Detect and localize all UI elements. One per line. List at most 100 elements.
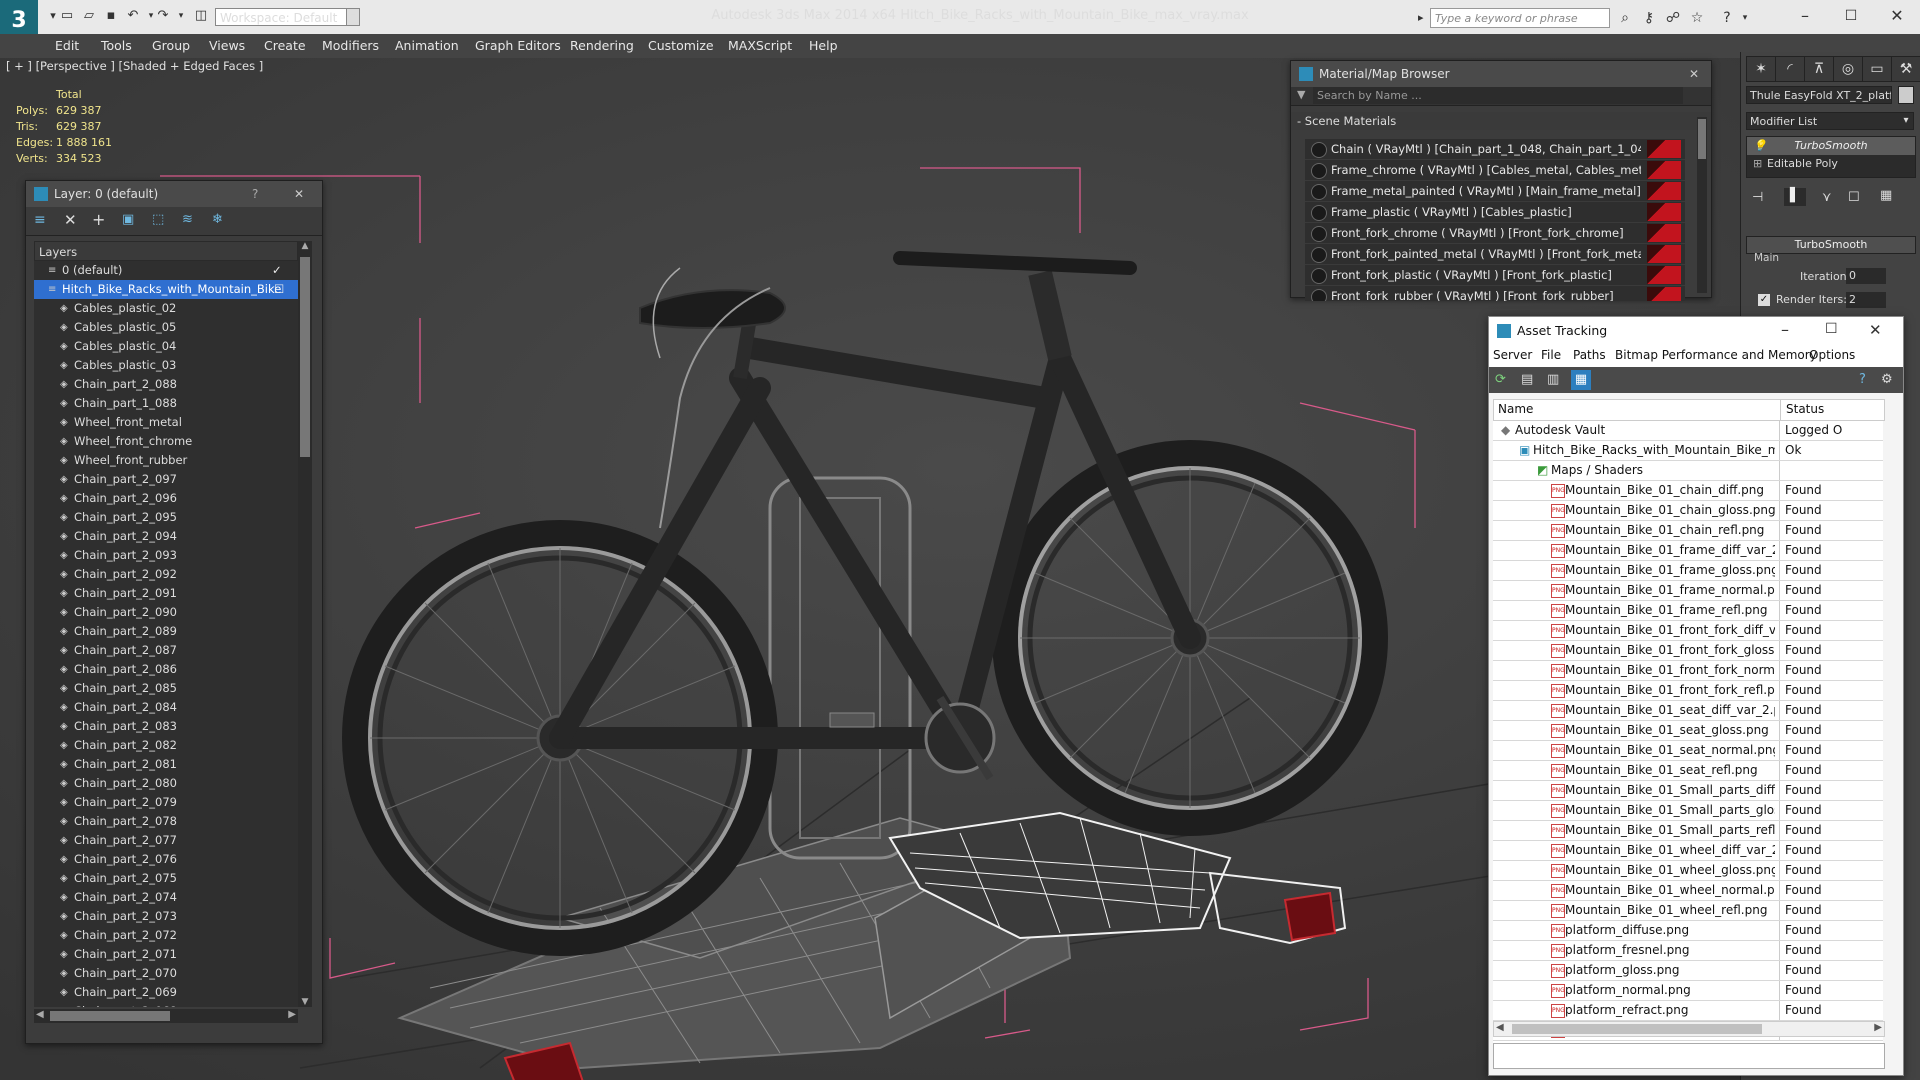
motion-tab-icon[interactable]: ◎ (1833, 56, 1863, 82)
search-options-icon[interactable]: ▼ (1297, 88, 1305, 101)
save-file-icon[interactable]: ▪ (102, 8, 120, 24)
close-icon[interactable]: ✕ (1869, 321, 1882, 339)
favorites-star-icon[interactable]: ☆ (1688, 9, 1706, 27)
menu-maxscript[interactable]: MAXScript (728, 34, 792, 58)
layer-row[interactable]: ◈ Chain_part_2_081 (34, 755, 298, 774)
col-name-header[interactable]: Name (1498, 402, 1533, 416)
layer-row[interactable]: ◈ Chain_part_2_078 (34, 812, 298, 831)
asset-row[interactable]: PNG Mountain_Bike_01_frame_normal.png Foun… (1493, 581, 1883, 601)
material-row[interactable]: Frame_metal_painted ( VRayMtl ) [Main_fr… (1305, 181, 1685, 202)
layer-panel-titlebar[interactable]: Layer: 0 (default) ? ✕ (26, 181, 322, 207)
asset-menu-file[interactable]: File (1541, 348, 1561, 362)
layer-row[interactable]: ◈ Cables_plastic_03 (34, 356, 298, 375)
layer-row[interactable]: ◈ Chain_part_2_077 (34, 831, 298, 850)
layer-row[interactable]: ◈ Chain_part_2_068 (34, 1002, 298, 1007)
create-tab-icon[interactable]: ✶ (1746, 56, 1776, 82)
asset-row[interactable]: PNG Mountain_Bike_01_seat_diff_var_2.png F… (1493, 701, 1883, 721)
asset-row[interactable]: PNG platform_normal.png Found (1493, 981, 1883, 1001)
asset-row[interactable]: PNG Mountain_Bike_01_chain_refl.png Found (1493, 521, 1883, 541)
layer-row[interactable]: ◈ Chain_part_2_090 (34, 603, 298, 622)
layer-row[interactable]: ◈ Chain_part_2_083 (34, 717, 298, 736)
material-row[interactable]: Frame_plastic ( VRayMtl ) [Cables_plasti… (1305, 202, 1685, 223)
layer-row[interactable]: ◈ Chain_part_2_096 (34, 489, 298, 508)
iterations-spinner[interactable]: 0 (1846, 268, 1886, 284)
layer-row[interactable]: ◈ Chain_part_2_080 (34, 774, 298, 793)
layer-row[interactable]: ◈ Chain_part_2_070 (34, 964, 298, 983)
asset-row[interactable]: PNGMountain_Bike_01_wheel_diff_var_2.png… (1493, 841, 1883, 861)
asset-row[interactable]: PNG platform_gloss.png Found (1493, 961, 1883, 981)
asset-hscrollbar[interactable]: ◀ ▶ (1493, 1021, 1885, 1037)
highlight-layer-icon[interactable]: ⬚ (152, 212, 164, 227)
maximize-icon[interactable]: ☐ (1834, 4, 1868, 28)
help-dropdown-icon[interactable]: ▾ (1736, 9, 1754, 27)
material-row[interactable]: Front_fork_rubber ( VRayMtl ) [Front_for… (1305, 286, 1685, 301)
asset-row[interactable]: PNG Mountain_Bike_01_seat_gloss.png Found (1493, 721, 1883, 741)
redo-icon[interactable]: ↷ (154, 8, 172, 24)
open-file-icon[interactable]: ▱ (80, 8, 98, 24)
create-layer-icon[interactable]: ≡ (34, 212, 46, 228)
asset-hscroll-thumb[interactable] (1512, 1024, 1762, 1034)
subscription-icon[interactable]: ☍ (1664, 9, 1682, 27)
layer-row[interactable]: ◈ Chain_part_2_071 (34, 945, 298, 964)
asset-menu-options[interactable]: Options (1809, 348, 1855, 362)
layer-row[interactable]: ◈ Chain_part_2_072 (34, 926, 298, 945)
scene-materials-header[interactable]: - Scene Materials (1291, 112, 1711, 130)
pin-stack-icon[interactable]: ⊣ (1752, 190, 1763, 205)
layer-hscroll-thumb[interactable] (50, 1011, 170, 1021)
layer-state-box-icon[interactable]: ☐ (274, 280, 284, 299)
binoculars-icon[interactable]: ⌕ (1616, 9, 1634, 27)
thumbnail-view-icon[interactable]: ▥ (1547, 372, 1559, 387)
material-row[interactable]: Front_fork_painted_metal ( VRayMtl ) [Fr… (1305, 244, 1685, 265)
scroll-left-icon[interactable]: ◀ (36, 1009, 44, 1020)
layer-row[interactable]: ≡ 0 (default) ✓ (34, 261, 298, 280)
menu-create[interactable]: Create (264, 34, 306, 58)
asset-menu-bitmap-performance[interactable]: Bitmap Performance and Memory (1615, 348, 1817, 362)
utilities-tab-icon[interactable]: ⚒ (1891, 56, 1920, 82)
layer-row[interactable]: ◈ Chain_part_2_079 (34, 793, 298, 812)
active-layer-check-icon[interactable]: ✓ (272, 261, 282, 280)
menu-animation[interactable]: Animation (395, 34, 459, 58)
project-folder-icon[interactable]: ◫ (192, 8, 210, 24)
material-list-scrollbar[interactable] (1697, 117, 1707, 293)
expand-plus-icon[interactable]: ⊞ (1753, 155, 1762, 173)
asset-row[interactable]: PNG Mountain_Bike_01_wheel_gloss.png Found (1493, 861, 1883, 881)
layer-row[interactable]: ◈ Chain_part_2_082 (34, 736, 298, 755)
keyword-search-input[interactable]: Type a keyword or phrase (1430, 8, 1610, 28)
modifier-list-arrow-icon[interactable]: ▾ (1898, 112, 1914, 130)
layer-row[interactable]: ◈ Chain_part_2_092 (34, 565, 298, 584)
make-unique-icon[interactable]: ⋎ (1822, 190, 1832, 205)
workspace-arrow-icon[interactable]: ▾ (346, 8, 360, 26)
material-row[interactable]: Front_fork_chrome ( VRayMtl ) [Front_for… (1305, 223, 1685, 244)
asset-row[interactable]: PNGMountain_Bike_01_front_fork_gloss.png… (1493, 641, 1883, 661)
asset-tracking-titlebar[interactable]: Asset Tracking – ☐ ✕ (1489, 317, 1903, 345)
material-row[interactable]: Front_fork_plastic ( VRayMtl ) [Front_fo… (1305, 265, 1685, 286)
menu-edit[interactable]: Edit (55, 34, 79, 58)
new-file-icon[interactable]: ▭ (58, 8, 76, 24)
object-name-field[interactable]: Thule EasyFold XT_2_platform (1746, 86, 1892, 104)
layer-row[interactable]: ◈ Chain_part_2_073 (34, 907, 298, 926)
layer-row[interactable]: ◈ Chain_part_2_089 (34, 622, 298, 641)
show-end-result-icon[interactable]: ▌ (1784, 188, 1806, 206)
asset-row[interactable]: ◩ Maps / Shaders (1493, 461, 1883, 481)
display-tab-icon[interactable]: ▭ (1862, 56, 1892, 82)
layer-row[interactable]: ◈ Chain_part_2_097 (34, 470, 298, 489)
menu-graph-editors[interactable]: Graph Editors (475, 34, 561, 58)
add-to-layer-icon[interactable]: + (92, 210, 105, 229)
layer-row[interactable]: ◈ Chain_part_2_091 (34, 584, 298, 603)
material-scroll-thumb[interactable] (1698, 119, 1706, 159)
asset-menu-paths[interactable]: Paths (1573, 348, 1606, 362)
material-row[interactable]: Frame_chrome ( VRayMtl ) [Cables_metal, … (1305, 160, 1685, 181)
layer-row[interactable]: ◈ Chain_part_2_076 (34, 850, 298, 869)
layer-row[interactable]: ◈ Cables_plastic_05 (34, 318, 298, 337)
modify-tab-icon[interactable]: ◜ (1775, 56, 1805, 82)
scroll-up-icon[interactable]: ▲ (298, 241, 312, 251)
asset-row[interactable]: PNG Mountain_Bike_01_seat_refl.png Found (1493, 761, 1883, 781)
asset-row[interactable]: PNG Mountain_Bike_01_chain_diff.png Found (1493, 481, 1883, 501)
layer-row[interactable]: ◈ Chain_part_2_095 (34, 508, 298, 527)
layer-row[interactable]: ◈ Chain_part_2_075 (34, 869, 298, 888)
stack-item-turbosmooth[interactable]: 💡 TurboSmooth (1747, 137, 1915, 155)
hierarchy-tab-icon[interactable]: ⊼ (1804, 56, 1834, 82)
asset-row[interactable]: ◆ Autodesk Vault Logged O (1493, 421, 1883, 441)
menu-rendering[interactable]: Rendering (570, 34, 634, 58)
undo-icon[interactable]: ↶ (124, 8, 142, 24)
